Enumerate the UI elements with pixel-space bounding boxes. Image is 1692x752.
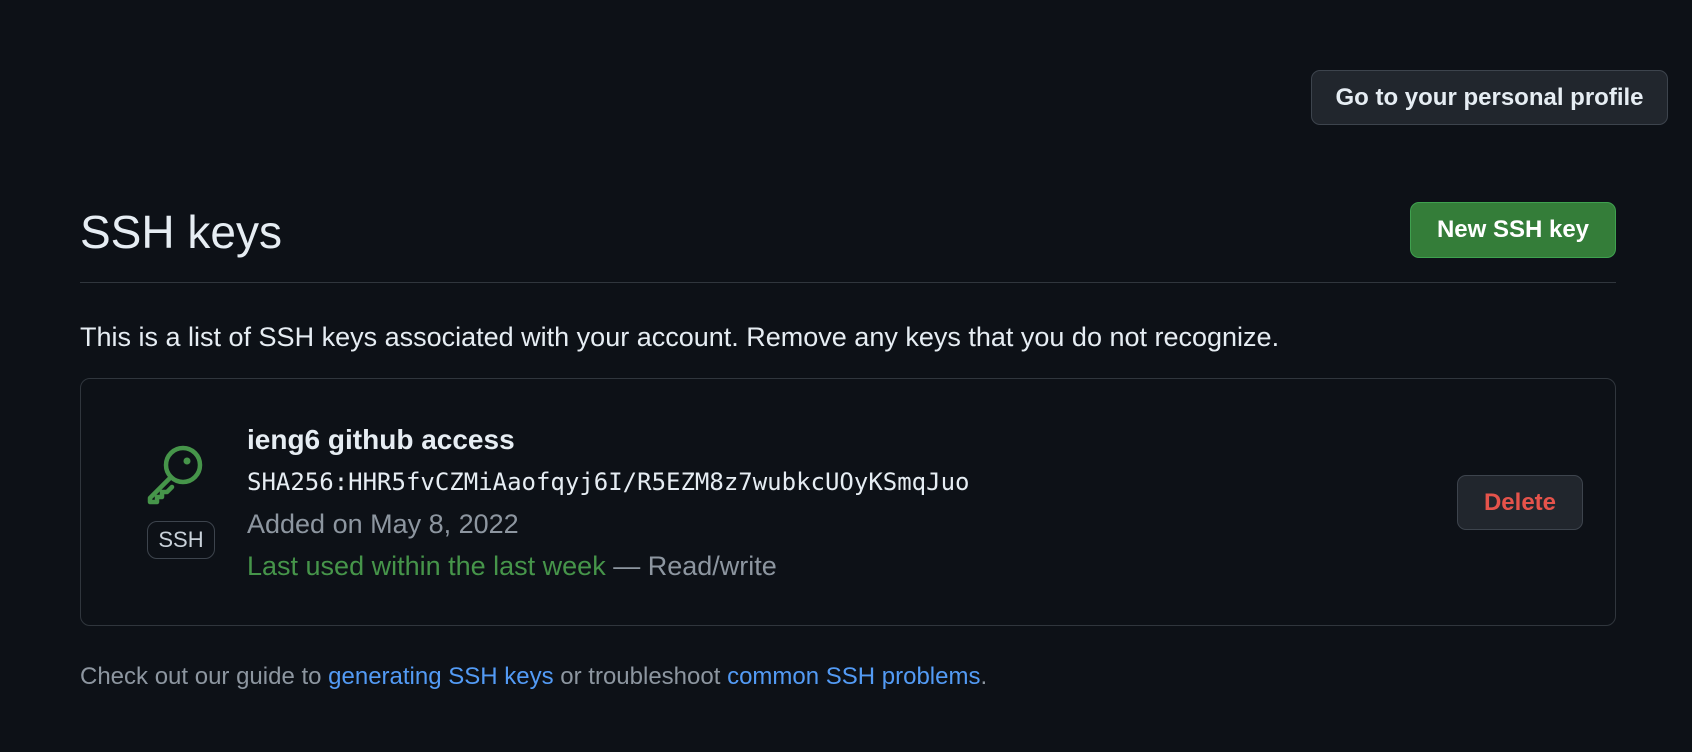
key-icon	[147, 445, 203, 505]
header-divider	[80, 282, 1616, 283]
footer-middle: or troubleshoot	[553, 663, 728, 690]
access-separator: —	[605, 551, 648, 581]
footer-suffix: .	[980, 663, 988, 690]
ssh-key-list-item: SSH ieng6 github access SHA256:HHR5fvCZM…	[80, 378, 1616, 626]
key-usage-line: Last used within the last week — Read/wr…	[247, 547, 777, 585]
ssh-keys-description: This is a list of SSH keys associated wi…	[80, 322, 1280, 352]
footer-prefix: Check out our guide to	[80, 663, 329, 690]
ssh-type-badge: SSH	[147, 521, 215, 559]
new-ssh-key-button[interactable]: New SSH key	[1410, 202, 1616, 258]
access-level-text: Read/write	[647, 551, 777, 581]
last-used-text: Last used within the last week	[247, 551, 606, 581]
delete-key-button[interactable]: Delete	[1457, 475, 1583, 530]
key-fingerprint: SHA256:HHR5fvCZMiAaofqyj6I/R5EZM8z7wubkc…	[247, 468, 970, 496]
page-title: SSH keys	[80, 206, 282, 258]
generating-ssh-keys-link[interactable]: generating SSH keys	[328, 663, 553, 690]
key-added-date: Added on May 8, 2022	[247, 509, 519, 539]
key-title: ieng6 github access	[247, 424, 515, 455]
go-to-profile-button[interactable]: Go to your personal profile	[1311, 70, 1668, 125]
common-ssh-problems-link[interactable]: common SSH problems	[727, 663, 980, 690]
footer-help-text: Check out our guide to generating SSH ke…	[80, 660, 987, 694]
